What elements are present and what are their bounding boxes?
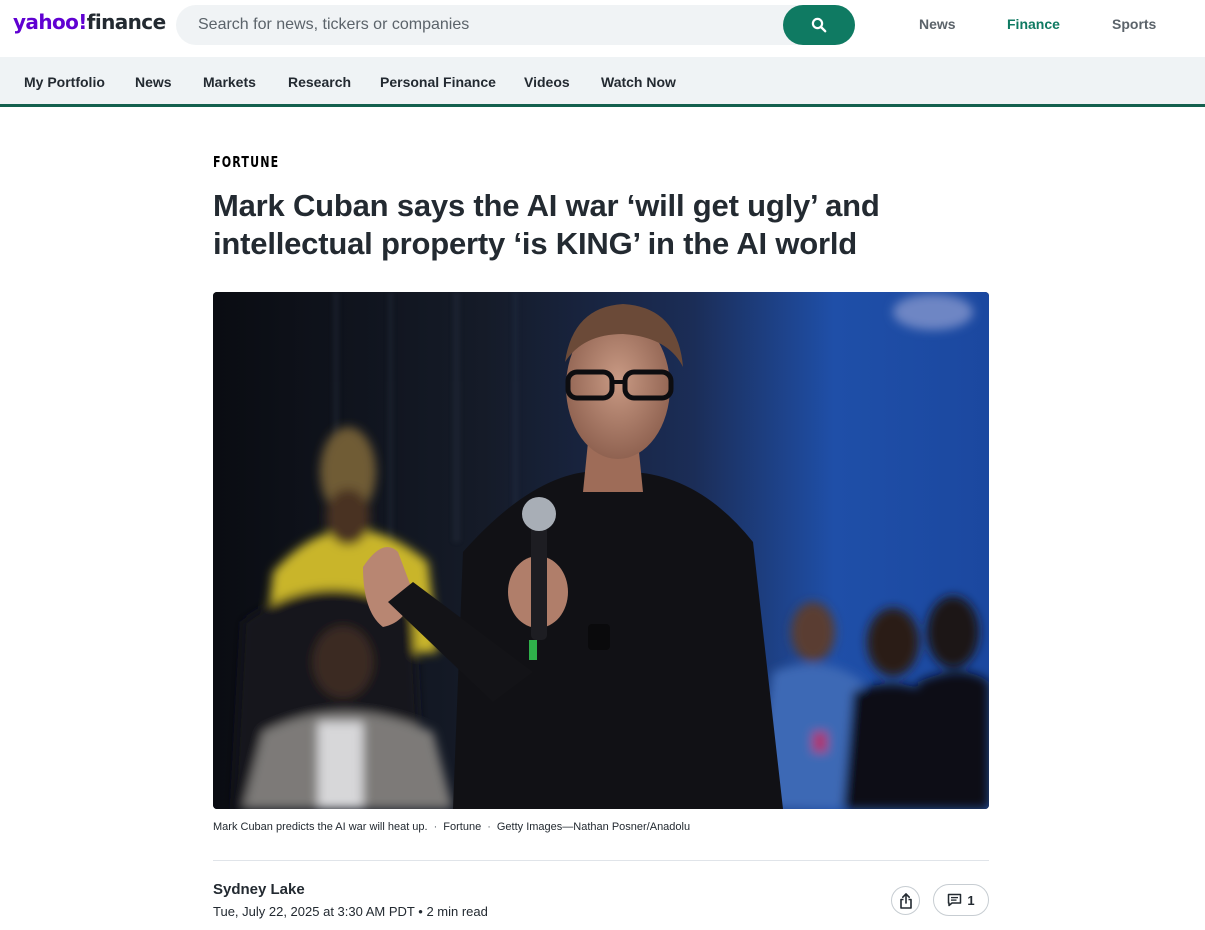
logo-finance-text: finance [86,10,166,34]
nav-item-my-portfolio[interactable]: My Portfolio [24,74,105,90]
nav-item-watch-now[interactable]: Watch Now [601,74,676,90]
top-link-sports[interactable]: Sports [1112,16,1156,32]
nav-item-research[interactable]: Research [288,74,351,90]
comments-button[interactable]: 1 [933,884,989,916]
yahoo-finance-logo[interactable]: yahoo! finance [13,10,166,38]
search-icon [811,17,827,33]
top-link-finance[interactable]: Finance [1007,16,1060,32]
section-nav: My Portfolio News Markets Research Perso… [0,57,1205,107]
share-button[interactable] [891,886,920,915]
share-icon [899,892,912,909]
caption-text: Mark Cuban predicts the AI war will heat… [213,821,428,833]
caption-separator: · [433,821,438,833]
comment-count: 1 [967,892,975,908]
caption-credit: Getty Images—Nathan Posner/Anadolu [496,821,691,833]
caption-source: Fortune [443,821,482,833]
article-hero-image [213,292,989,809]
meta-separator: • [418,904,423,919]
byline-divider [213,860,989,861]
caption-separator: · [487,821,491,833]
publish-date: Tue, July 22, 2025 at 3:30 AM PDT [213,904,415,919]
publisher-logo[interactable]: FORTUNE [213,153,279,171]
article-headline: Mark Cuban says the AI war ‘will get ugl… [213,188,880,261]
image-caption: Mark Cuban predicts the AI war will heat… [213,821,690,833]
search-button[interactable] [783,5,855,45]
comment-icon [948,893,962,907]
search-bar [176,5,855,45]
top-header: yahoo! finance News Finance Sports [0,0,1205,57]
top-link-news[interactable]: News [919,16,956,32]
nav-item-personal-finance[interactable]: Personal Finance [380,74,496,90]
read-time: 2 min read [426,904,488,919]
article-meta: Tue, July 22, 2025 at 3:30 AM PDT • 2 mi… [213,904,488,919]
nav-item-news[interactable]: News [135,74,172,90]
nav-item-markets[interactable]: Markets [203,74,256,90]
logo-yahoo-text: yahoo! [13,10,87,34]
nav-item-videos[interactable]: Videos [524,74,570,90]
search-input[interactable] [198,5,778,45]
author-name[interactable]: Sydney Lake [213,881,305,898]
